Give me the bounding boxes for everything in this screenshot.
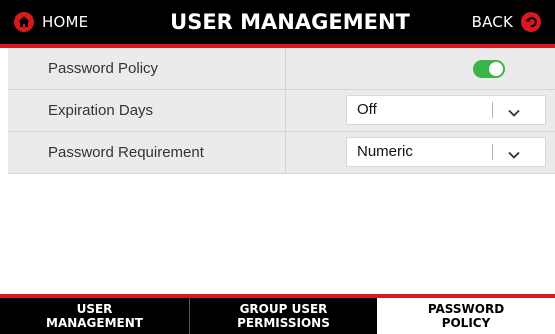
settings-row-password-requirement: Password Requirement Numeric	[8, 132, 555, 174]
password-requirement-select[interactable]: Numeric	[346, 137, 546, 167]
column-divider	[285, 48, 286, 89]
home-icon	[14, 12, 34, 32]
settings-row-expiration-days: Expiration Days Off	[8, 90, 555, 132]
setting-label: Password Requirement	[48, 144, 204, 161]
home-button[interactable]: HOME	[14, 7, 88, 37]
tab-user-management[interactable]: USER MANAGEMENT	[0, 298, 189, 334]
select-value: Numeric	[357, 143, 413, 160]
column-divider	[285, 90, 286, 131]
password-policy-toggle[interactable]	[473, 60, 505, 78]
chevron-down-icon	[507, 104, 521, 117]
page-title: USER MANAGEMENT	[170, 10, 410, 34]
back-label: BACK	[471, 13, 513, 31]
settings-row-password-policy: Password Policy	[8, 48, 555, 90]
tab-password-policy[interactable]: PASSWORD POLICY	[377, 298, 555, 334]
app-header: HOME USER MANAGEMENT BACK	[0, 0, 555, 44]
select-value: Off	[357, 101, 377, 118]
settings-list: Password Policy Expiration Days Off Pass…	[8, 48, 555, 174]
back-button[interactable]: BACK	[472, 7, 541, 37]
expiration-days-select[interactable]: Off	[346, 95, 546, 125]
setting-label: Expiration Days	[48, 102, 154, 119]
bottom-tab-bar: USER MANAGEMENT GROUP USER PERMISSIONS P…	[0, 294, 555, 334]
column-divider	[285, 132, 286, 173]
select-separator	[492, 102, 493, 118]
setting-label: Password Policy	[48, 60, 159, 77]
home-label: HOME	[42, 13, 89, 31]
chevron-down-icon	[507, 146, 521, 159]
toggle-knob	[489, 62, 503, 76]
select-separator	[492, 144, 493, 160]
back-arrow-icon	[521, 12, 541, 32]
tab-group-user-permissions[interactable]: GROUP USER PERMISSIONS	[189, 298, 377, 334]
